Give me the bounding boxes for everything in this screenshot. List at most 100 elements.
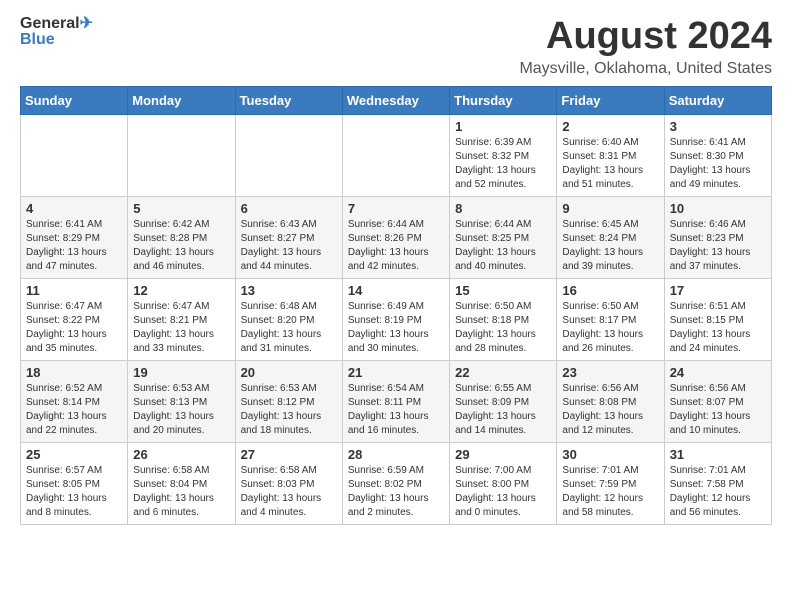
day-info: Sunrise: 6:53 AM Sunset: 8:12 PM Dayligh… [241,382,337,438]
day-number: 27 [241,447,337,462]
day-info: Sunrise: 6:40 AM Sunset: 8:31 PM Dayligh… [562,136,658,192]
day-number: 17 [670,283,766,298]
calendar-cell: 22 Sunrise: 6:55 AM Sunset: 8:09 PM Dayli… [450,360,557,442]
weekday-header: Sunday [21,86,128,114]
day-info: Sunrise: 6:58 AM Sunset: 8:04 PM Dayligh… [133,464,229,520]
calendar-cell: 14Sunrise: 6:49 AM Sunset: 8:19 PM Dayli… [342,278,449,360]
calendar-cell: 28 Sunrise: 6:59 AM Sunset: 8:02 PM Dayli… [342,442,449,524]
day-number: 22 [455,365,551,380]
day-info: Sunrise: 6:46 AM Sunset: 8:23 PM Dayligh… [670,218,766,274]
day-number: 30 [562,447,658,462]
day-number: 13 [241,283,337,298]
day-info: Sunrise: 6:56 AM Sunset: 8:07 PM Dayligh… [670,382,766,438]
calendar-cell: 15 Sunrise: 6:50 AM Sunset: 8:18 PM Dayli… [450,278,557,360]
calendar-week-row: 4 Sunrise: 6:41 AM Sunset: 8:29 PM Daylig… [21,196,772,278]
calendar-cell: 6Sunrise: 6:43 AM Sunset: 8:27 PM Daylig… [235,196,342,278]
main-title: August 2024 [519,16,772,58]
page-header: General✈ Blue August 2024 Maysville, Okl… [20,16,772,78]
calendar-cell: 26 Sunrise: 6:58 AM Sunset: 8:04 PM Dayli… [128,442,235,524]
day-number: 19 [133,365,229,380]
calendar-week-row: 1Sunrise: 6:39 AM Sunset: 8:32 PM Daylig… [21,114,772,196]
calendar-cell: 12 Sunrise: 6:47 AM Sunset: 8:21 PM Dayli… [128,278,235,360]
day-info: Sunrise: 7:00 AM Sunset: 8:00 PM Dayligh… [455,464,551,520]
weekday-header: Monday [128,86,235,114]
calendar-cell: 29 Sunrise: 7:00 AM Sunset: 8:00 PM Dayli… [450,442,557,524]
calendar-cell: 10 Sunrise: 6:46 AM Sunset: 8:23 PM Dayli… [664,196,771,278]
day-number: 3 [670,119,766,134]
day-info: Sunrise: 6:45 AM Sunset: 8:24 PM Dayligh… [562,218,658,274]
day-number: 6 [241,201,337,216]
day-number: 11 [26,283,122,298]
day-number: 25 [26,447,122,462]
day-number: 10 [670,201,766,216]
weekday-header: Thursday [450,86,557,114]
calendar-week-row: 25 Sunrise: 6:57 AM Sunset: 8:05 PM Dayli… [21,442,772,524]
day-info: Sunrise: 6:52 AM Sunset: 8:14 PM Dayligh… [26,382,122,438]
day-info: Sunrise: 6:42 AM Sunset: 8:28 PM Dayligh… [133,218,229,274]
logo-bird-inline: ✈ [80,15,93,32]
day-info: Sunrise: 6:54 AM Sunset: 8:11 PM Dayligh… [348,382,444,438]
calendar-cell [128,114,235,196]
day-info: Sunrise: 6:49 AM Sunset: 8:19 PM Dayligh… [348,300,444,356]
logo-line1: General✈ [20,16,93,32]
weekday-header: Saturday [664,86,771,114]
weekday-header: Wednesday [342,86,449,114]
day-info: Sunrise: 6:57 AM Sunset: 8:05 PM Dayligh… [26,464,122,520]
day-info: Sunrise: 6:41 AM Sunset: 8:29 PM Dayligh… [26,218,122,274]
day-info: Sunrise: 7:01 AM Sunset: 7:59 PM Dayligh… [562,464,658,520]
day-info: Sunrise: 6:55 AM Sunset: 8:09 PM Dayligh… [455,382,551,438]
day-info: Sunrise: 6:47 AM Sunset: 8:21 PM Dayligh… [133,300,229,356]
day-info: Sunrise: 7:01 AM Sunset: 7:58 PM Dayligh… [670,464,766,520]
day-number: 5 [133,201,229,216]
day-number: 12 [133,283,229,298]
calendar-cell: 8Sunrise: 6:44 AM Sunset: 8:25 PM Daylig… [450,196,557,278]
calendar-cell [21,114,128,196]
calendar-cell [235,114,342,196]
calendar-body: 1Sunrise: 6:39 AM Sunset: 8:32 PM Daylig… [21,114,772,524]
calendar-week-row: 18 Sunrise: 6:52 AM Sunset: 8:14 PM Dayli… [21,360,772,442]
day-number: 21 [348,365,444,380]
calendar-table: SundayMondayTuesdayWednesdayThursdayFrid… [20,86,772,525]
calendar-cell: 27 Sunrise: 6:58 AM Sunset: 8:03 PM Dayli… [235,442,342,524]
day-info: Sunrise: 6:58 AM Sunset: 8:03 PM Dayligh… [241,464,337,520]
day-number: 31 [670,447,766,462]
day-info: Sunrise: 6:47 AM Sunset: 8:22 PM Dayligh… [26,300,122,356]
calendar-cell: 5 Sunrise: 6:42 AM Sunset: 8:28 PM Daylig… [128,196,235,278]
day-number: 23 [562,365,658,380]
subtitle: Maysville, Oklahoma, United States [519,60,772,78]
day-info: Sunrise: 6:50 AM Sunset: 8:17 PM Dayligh… [562,300,658,356]
title-area: August 2024 Maysville, Oklahoma, United … [519,16,772,78]
calendar-cell: 7 Sunrise: 6:44 AM Sunset: 8:26 PM Daylig… [342,196,449,278]
calendar-cell: 24Sunrise: 6:56 AM Sunset: 8:07 PM Dayli… [664,360,771,442]
calendar-cell: 16 Sunrise: 6:50 AM Sunset: 8:17 PM Dayli… [557,278,664,360]
day-number: 16 [562,283,658,298]
day-number: 18 [26,365,122,380]
calendar-cell: 18 Sunrise: 6:52 AM Sunset: 8:14 PM Dayli… [21,360,128,442]
calendar-cell: 1Sunrise: 6:39 AM Sunset: 8:32 PM Daylig… [450,114,557,196]
day-number: 4 [26,201,122,216]
calendar-cell: 4 Sunrise: 6:41 AM Sunset: 8:29 PM Daylig… [21,196,128,278]
weekday-header: Tuesday [235,86,342,114]
day-number: 28 [348,447,444,462]
calendar-cell: 2Sunrise: 6:40 AM Sunset: 8:31 PM Daylig… [557,114,664,196]
calendar-cell: 23Sunrise: 6:56 AM Sunset: 8:08 PM Dayli… [557,360,664,442]
day-number: 15 [455,283,551,298]
day-info: Sunrise: 6:44 AM Sunset: 8:26 PM Dayligh… [348,218,444,274]
calendar-header-row: SundayMondayTuesdayWednesdayThursdayFrid… [21,86,772,114]
calendar-cell: 20Sunrise: 6:53 AM Sunset: 8:12 PM Dayli… [235,360,342,442]
day-info: Sunrise: 6:53 AM Sunset: 8:13 PM Dayligh… [133,382,229,438]
day-number: 26 [133,447,229,462]
calendar-cell: 17Sunrise: 6:51 AM Sunset: 8:15 PM Dayli… [664,278,771,360]
day-number: 7 [348,201,444,216]
calendar-cell [342,114,449,196]
calendar-cell: 11 Sunrise: 6:47 AM Sunset: 8:22 PM Dayli… [21,278,128,360]
calendar-cell: 30 Sunrise: 7:01 AM Sunset: 7:59 PM Dayli… [557,442,664,524]
logo: General✈ Blue [20,16,93,48]
day-info: Sunrise: 6:59 AM Sunset: 8:02 PM Dayligh… [348,464,444,520]
day-number: 29 [455,447,551,462]
day-info: Sunrise: 6:50 AM Sunset: 8:18 PM Dayligh… [455,300,551,356]
logo-line2: Blue [20,32,93,48]
day-info: Sunrise: 6:41 AM Sunset: 8:30 PM Dayligh… [670,136,766,192]
calendar-cell: 25 Sunrise: 6:57 AM Sunset: 8:05 PM Dayli… [21,442,128,524]
calendar-cell: 13Sunrise: 6:48 AM Sunset: 8:20 PM Dayli… [235,278,342,360]
